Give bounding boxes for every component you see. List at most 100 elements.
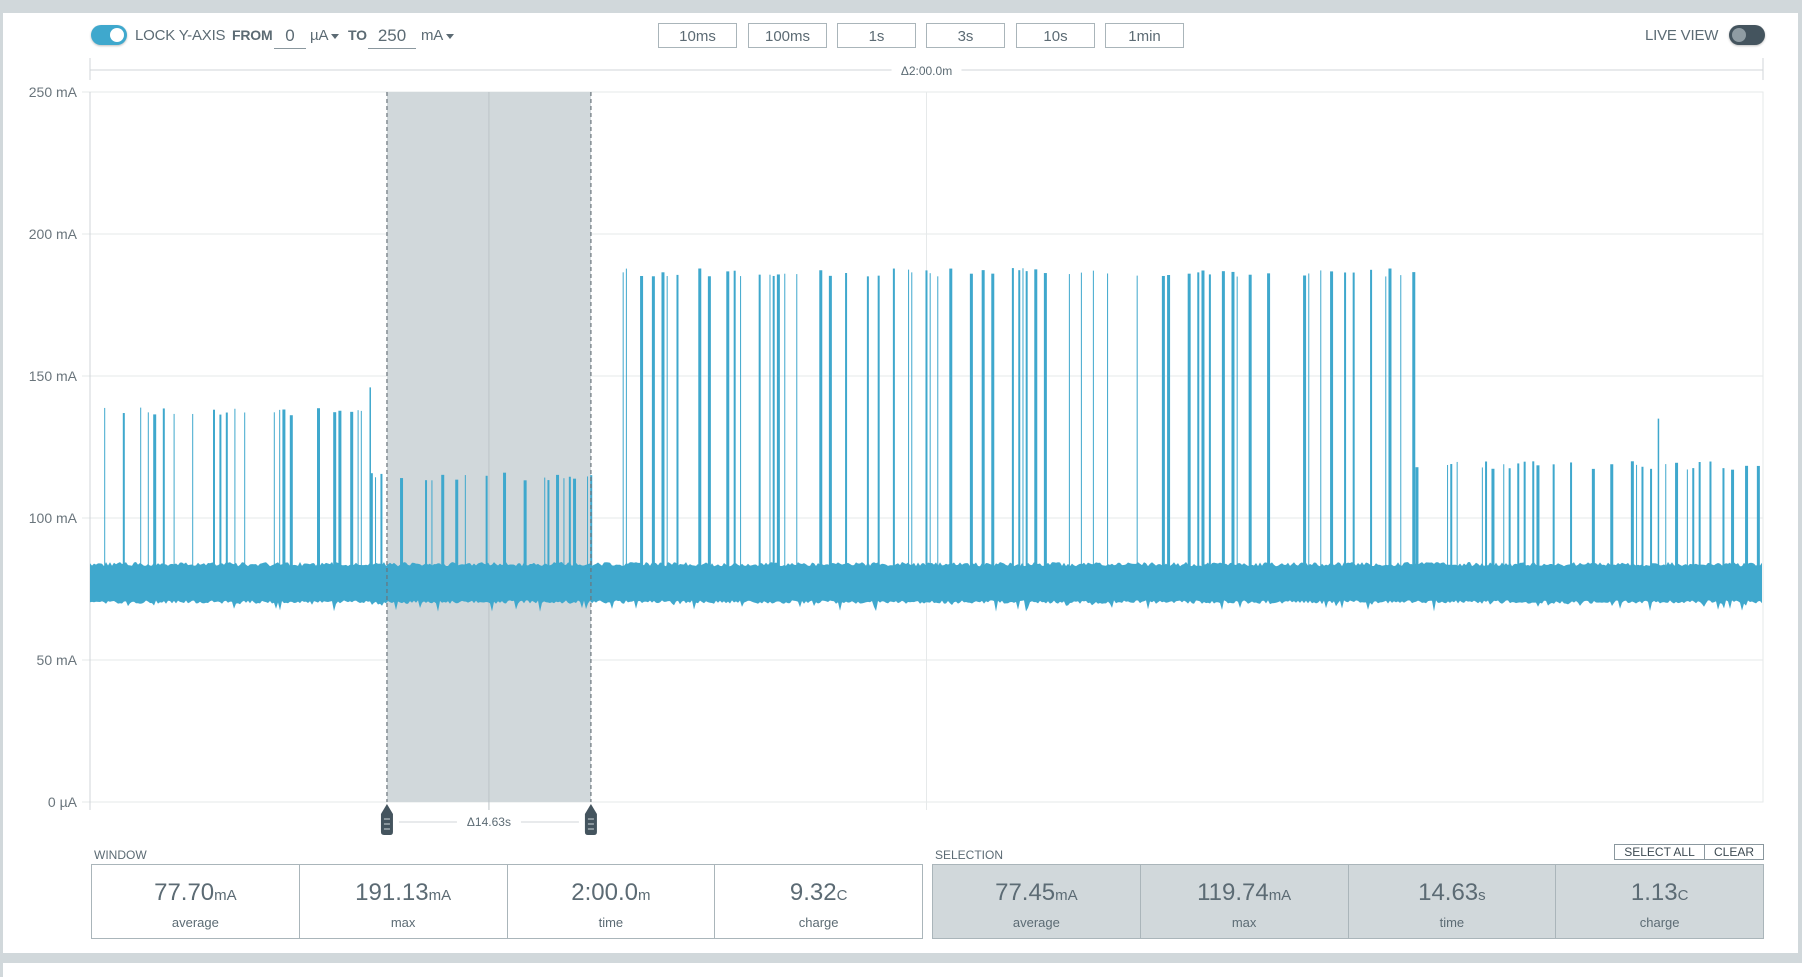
signal-pulse [317,408,320,567]
signal-pulse [1267,273,1271,567]
selection-handle[interactable] [380,804,393,835]
signal-pulse [949,268,953,567]
signal-pulse [937,276,939,567]
stat-unit: mA [1268,887,1292,904]
signal-segment [622,268,1416,567]
signal-pulse [1400,275,1402,567]
signal-pulse [1022,268,1024,567]
signal-pulse [360,410,362,567]
signal-pulse [547,480,550,567]
signal-pulse [758,274,761,567]
signal-pulse [733,270,736,567]
selection-stats: 77.45mA average 119.74mA max 14.63s time 1.… [932,864,1764,939]
signal-pulse [147,412,149,567]
stat-unit: C [836,887,848,904]
signal-pulse [380,473,383,567]
stat-unit: m [637,887,651,904]
signal-pulse [219,414,222,567]
clear-button[interactable]: CLEAR [1704,844,1764,860]
signal-pulse [1330,271,1334,567]
current-chart[interactable]: Δ14.63s 250 mA 200 mA 150 mA 100 mA 50 mA 0 µ… [0,0,1802,860]
signal-pulse [282,409,286,567]
selection-stats-title: SELECTION [935,848,1004,862]
stat-label: max [390,915,416,930]
signal-pulse [153,414,157,567]
signal-pulse [234,408,236,567]
signal-pulse [1745,465,1749,567]
signal-pulse [1698,462,1701,567]
window-stats: 77.70mA average 191.13mA max 2:00.0m time 9… [91,864,923,939]
signal-pulse [455,479,459,567]
stat-value: 77.45 [995,879,1056,906]
signal-pulse [772,275,775,567]
signal-pulse [1532,461,1535,567]
signal-pulse [1197,272,1200,567]
signal-pulse [877,275,880,567]
signal-pulse [981,270,985,567]
y-tick-label: 100 mA [29,510,78,526]
signal-pulse [676,274,679,567]
stat-label: time [1439,915,1465,930]
signal-pulse [573,478,577,567]
signal-pulse [333,412,337,567]
signal-pulse [1344,272,1347,567]
signal-pulse [1034,269,1038,567]
selection-stat-charge: 1.13C charge [1556,865,1763,938]
signal-pulse [925,270,928,567]
signal-pulse [666,276,668,567]
signal-pulse [441,474,445,567]
signal-pulse [1388,268,1392,567]
signal-pulse [1636,464,1638,567]
signal-pulse [1187,273,1191,567]
signal-pulse [544,477,546,567]
signal-pulse [350,411,354,567]
stat-value: 119.74 [1197,879,1269,906]
window-stat-max: 191.13mA max [300,865,508,938]
window-stat-average: 77.70mA average [92,865,300,938]
select-all-button[interactable]: SELECT ALL [1614,844,1705,860]
signal-pulse [213,409,215,567]
stat-label: time [598,915,624,930]
signal-pulse [1136,275,1138,567]
stat-label: max [1231,915,1257,930]
stat-unit: mA [1055,887,1078,904]
signal-pulse [1552,464,1555,567]
signal-pulse [698,268,702,567]
signal-pulse [784,273,786,567]
signal-pulse [1320,270,1322,567]
stat-value: 1.13 [1630,879,1678,906]
signal-pulse [1591,468,1595,567]
stat-unit: s [1478,887,1486,904]
signal-pulse [991,273,995,567]
signal-pulse [1221,271,1225,567]
signal-pulse [1665,464,1667,567]
signal-pulse [1018,270,1021,567]
signal-pulse [1303,275,1307,567]
signal-pulse [485,475,488,567]
signal-pulse [1523,461,1526,567]
signal-pulse [776,274,780,567]
signal-pulse [568,476,571,567]
signal-pulse [162,408,165,567]
signal-pulse [769,274,771,567]
signal-pulse [1092,270,1094,567]
signal-pulse [400,478,404,567]
stat-value: 77.70 [154,879,215,906]
stat-label: average [1012,915,1060,930]
signal-pulse [740,276,742,567]
signal-pulse [622,272,624,567]
window-stat-time: 2:00.0m time [508,865,716,938]
signal-pulse [1630,461,1634,567]
stat-value: 2:00.0 [571,879,638,906]
signal-segment [104,407,362,567]
signal-pulse [1201,270,1205,567]
selection-stat-max: 119.74mA max [1141,865,1349,938]
stat-label: charge [798,915,839,930]
signal-pulse [1570,462,1573,567]
signal-pulse [866,276,869,567]
signal-pulse [357,410,359,567]
signal-pulse [1352,272,1355,567]
signal-pulse [273,412,275,567]
selection-handle[interactable] [584,804,597,835]
window-delta-label: Δ2:00.0m [901,64,952,78]
